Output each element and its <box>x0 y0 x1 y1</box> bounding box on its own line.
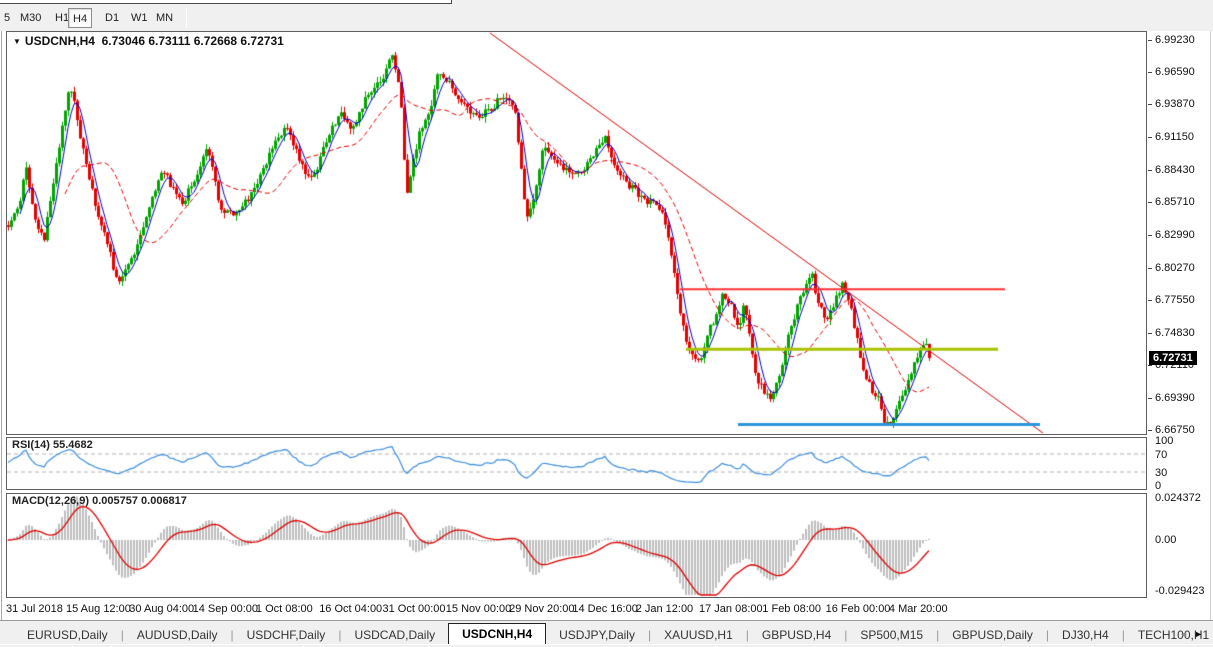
price-tick-label: 6.93870 <box>1155 98 1195 110</box>
mt4-chart-window: 5M30H1H4D1W1MN ▼USDCNH,H4 6.73046 6.7311… <box>0 0 1213 647</box>
timeframe-toolbar: 5M30H1H4D1W1MN <box>0 5 1213 31</box>
rsi-canvas[interactable] <box>7 438 1146 489</box>
price-tick-mark <box>1148 202 1152 203</box>
price-tick-mark <box>1148 365 1152 366</box>
date-tick-label: 14 Dec 16:00 <box>572 603 637 615</box>
price-tick-label: 6.69390 <box>1155 392 1195 404</box>
date-tick-label: 17 Jan 08:00 <box>699 603 763 615</box>
price-tick-label: 6.99230 <box>1155 34 1195 46</box>
rsi-value: 55.4682 <box>53 439 93 451</box>
timeframe-button-H4[interactable]: H4 <box>68 8 92 28</box>
price-tick-mark <box>1148 398 1152 399</box>
date-tick-label: 4 Mar 20:00 <box>889 603 948 615</box>
date-tick-label: 16 Feb 00:00 <box>826 603 891 615</box>
chevron-down-icon[interactable]: ▼ <box>13 37 21 46</box>
date-tick-label: 31 Oct 00:00 <box>383 603 446 615</box>
top-window-edge <box>0 0 452 4</box>
price-tick-label: 6.91150 <box>1155 131 1194 143</box>
price-tick-mark <box>1148 333 1152 334</box>
chart-ohlc-values: 6.73046 6.73111 6.72668 6.72731 <box>102 34 284 48</box>
price-tick-mark <box>1148 104 1152 105</box>
timeframe-button-M30[interactable]: M30 <box>16 8 45 28</box>
date-tick-label: 2 Jan 12:00 <box>636 603 694 615</box>
window-left-edge <box>1 31 2 620</box>
date-tick-label: 30 Aug 04:00 <box>129 603 194 615</box>
macd-canvas[interactable] <box>7 494 1146 597</box>
rsi-tick-label: 100 <box>1155 435 1173 447</box>
price-tick-label: 6.74830 <box>1155 327 1195 339</box>
price-tick-mark <box>1148 40 1152 41</box>
price-tick-mark <box>1148 235 1152 236</box>
timeframe-button-D1[interactable]: D1 <box>101 8 123 28</box>
price-tick-label: 6.77550 <box>1155 294 1195 306</box>
price-tick-label: 6.96590 <box>1155 66 1195 78</box>
timeframe-button-5[interactable]: 5 <box>0 8 14 28</box>
macd-label: MACD(12,26,9) 0.005757 0.006817 <box>12 495 187 507</box>
price-tick-label: 6.80270 <box>1155 262 1195 274</box>
macd-name: MACD(12,26,9) <box>12 495 89 507</box>
chart-symbol-label: USDCNH,H4 <box>25 34 95 48</box>
price-chart-canvas[interactable] <box>7 32 1146 434</box>
date-tick-label: 14 Sep 00:00 <box>193 603 258 615</box>
date-tick-label: 15 Aug 12:00 <box>66 603 131 615</box>
price-axis[interactable]: 6.99230 6.96590 6.93870 6.91150 6.88430 6.857… <box>1148 31 1213 598</box>
current-price-tag: 6.72731 <box>1149 351 1197 365</box>
price-tick-mark <box>1148 170 1152 171</box>
date-tick-label: 1 Oct 08:00 <box>256 603 313 615</box>
price-tick-mark <box>1148 430 1152 431</box>
price-tick-mark <box>1148 137 1152 138</box>
chart-tab-bar: EURUSD,Daily|AUDUSD,Daily|USDCHF,Daily|U… <box>0 620 1213 647</box>
chart-title: ▼ USDCNH,H4 6.73046 6.73111 6.72668 6.727… <box>13 34 284 48</box>
date-tick-label: 31 Jul 2018 <box>6 603 63 615</box>
timeframe-button-W1[interactable]: W1 <box>127 8 152 28</box>
chart-workspace: ▼ USDCNH,H4 6.73046 6.73111 6.72668 6.727… <box>0 31 1213 620</box>
price-tick-mark <box>1148 268 1152 269</box>
macd-tick-label: -0.029423 <box>1155 585 1205 597</box>
price-tick-label: 6.85710 <box>1155 196 1195 208</box>
macd-tick-label: 0.00 <box>1155 534 1176 546</box>
main-chart-panel: ▼ USDCNH,H4 6.73046 6.73111 6.72668 6.727… <box>6 31 1147 435</box>
tab-scroll-right-icon[interactable]: ► <box>1194 629 1209 639</box>
date-tick-label: 29 Nov 20:00 <box>509 603 574 615</box>
macd-panel: MACD(12,26,9) 0.005757 0.006817 <box>6 493 1147 598</box>
rsi-tick-label: 70 <box>1155 449 1167 461</box>
rsi-name: RSI(14) <box>12 439 50 451</box>
toolbar-separator <box>186 9 187 28</box>
rsi-tick-label: 0 <box>1155 480 1161 492</box>
rsi-label: RSI(14) 55.4682 <box>12 439 93 451</box>
price-tick-label: 6.66750 <box>1155 424 1195 436</box>
date-tick-label: 1 Feb 08:00 <box>762 603 821 615</box>
timeframe-button-MN[interactable]: MN <box>152 8 177 28</box>
date-tick-label: 16 Oct 04:00 <box>319 603 382 615</box>
rsi-tick-label: 30 <box>1155 467 1167 479</box>
price-tick-label: 6.82990 <box>1155 229 1195 241</box>
date-tick-label: 15 Nov 00:00 <box>446 603 511 615</box>
price-tick-mark <box>1148 300 1152 301</box>
macd-values: 0.005757 0.006817 <box>92 495 187 507</box>
rsi-panel: RSI(14) 55.4682 <box>6 437 1147 490</box>
tab-scroll-left-icon[interactable]: ◄ <box>1179 629 1194 639</box>
price-tick-mark <box>1148 72 1152 73</box>
time-axis[interactable]: 31 Jul 201815 Aug 12:0030 Aug 04:0014 Se… <box>6 600 1211 620</box>
price-tick-label: 6.88430 <box>1155 164 1195 176</box>
window-right-edge <box>1210 31 1211 620</box>
macd-tick-label: 0.024372 <box>1155 492 1201 504</box>
